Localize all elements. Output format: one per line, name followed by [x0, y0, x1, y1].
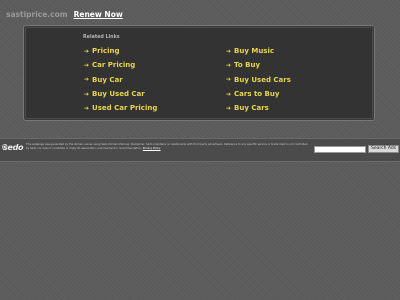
related-link-to-buy[interactable]: ➔ To Buy: [226, 58, 291, 72]
arrow-right-icon: ➔: [84, 90, 90, 98]
related-links-left-column: ➔ Pricing ➔ Car Pricing ➔ Buy Car ➔ Buy Used…: [84, 44, 157, 115]
related-link-label: To Buy: [234, 61, 261, 70]
related-link-label: Buy Cars: [234, 104, 269, 113]
related-link-buy-car[interactable]: ➔ Buy Car: [84, 73, 157, 87]
arrow-right-icon: ➔: [226, 76, 232, 84]
arrow-right-icon: ➔: [226, 61, 232, 69]
arrow-right-icon: ➔: [226, 90, 232, 98]
related-links-title: Related Links: [83, 35, 120, 40]
disclaimer-text: This webpage was generated by the domain…: [26, 143, 311, 150]
related-link-pricing[interactable]: ➔ Pricing: [84, 44, 157, 58]
arrow-right-icon: ➔: [84, 47, 90, 55]
arrow-right-icon: ➔: [226, 47, 232, 55]
related-link-buy-music[interactable]: ➔ Buy Music: [226, 44, 291, 58]
related-links-panel: Related Links ➔ Pricing ➔ Car Pricing ➔ Buy…: [23, 25, 375, 121]
related-link-label: Buy Used Car: [92, 90, 145, 99]
footer-bar: sedo This webpage was generated by the d…: [0, 138, 400, 162]
related-links-right-column: ➔ Buy Music ➔ To Buy ➔ Buy Used Cars ➔ Cars …: [226, 44, 291, 115]
related-link-label: Cars to Buy: [234, 90, 280, 99]
related-link-label: Buy Music: [234, 47, 275, 56]
related-link-label: Buy Car: [92, 75, 123, 84]
related-link-label: Buy Used Cars: [234, 75, 291, 84]
domain-name: sastiprice.com: [6, 9, 68, 19]
arrow-right-icon: ➔: [84, 76, 90, 84]
search-input[interactable]: [314, 146, 366, 153]
related-link-car-pricing[interactable]: ➔ Car Pricing: [84, 58, 157, 72]
related-links-inner: Related Links ➔ Pricing ➔ Car Pricing ➔ Buy…: [25, 27, 373, 119]
privacy-policy-link[interactable]: Privacy Policy: [143, 147, 161, 150]
top-bar: sastiprice.com Renew Now: [6, 8, 123, 20]
sedo-logo: sedo: [3, 143, 24, 152]
related-link-buy-cars[interactable]: ➔ Buy Cars: [226, 101, 291, 115]
related-link-label: Pricing: [92, 47, 120, 56]
arrow-right-icon: ➔: [226, 104, 232, 112]
related-link-buy-used-car[interactable]: ➔ Buy Used Car: [84, 87, 157, 101]
related-link-used-car-pricing[interactable]: ➔ Used Car Pricing: [84, 101, 157, 115]
search-ads-button[interactable]: Search Ads: [368, 145, 400, 153]
related-link-label: Car Pricing: [92, 61, 136, 70]
renew-now-link[interactable]: Renew Now: [74, 10, 123, 19]
disclaimer-body: This webpage was generated by the domain…: [26, 143, 308, 150]
related-link-buy-used-cars[interactable]: ➔ Buy Used Cars: [226, 73, 291, 87]
related-link-label: Used Car Pricing: [92, 104, 158, 113]
arrow-right-icon: ➔: [84, 61, 90, 69]
arrow-right-icon: ➔: [84, 104, 90, 112]
related-link-cars-to-buy[interactable]: ➔ Cars to Buy: [226, 87, 291, 101]
